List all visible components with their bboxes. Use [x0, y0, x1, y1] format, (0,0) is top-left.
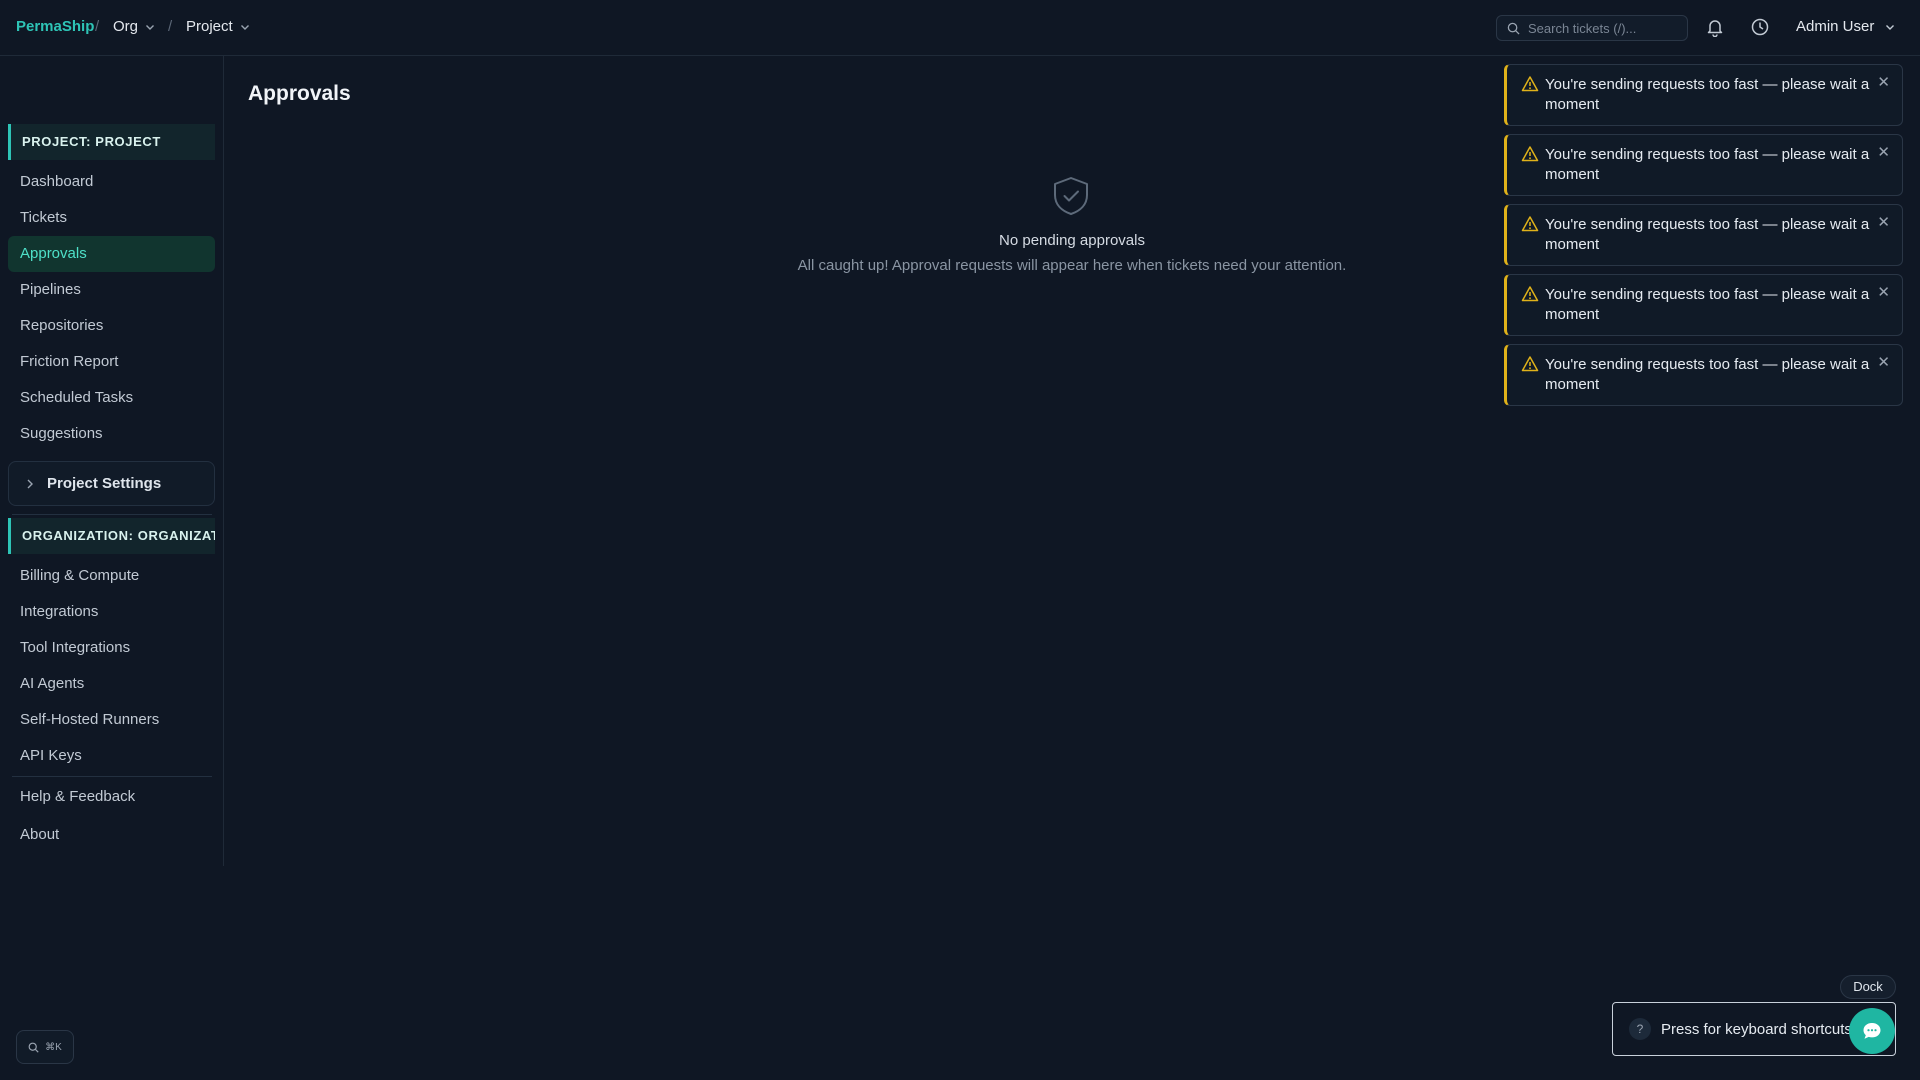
shield-check-icon — [1054, 177, 1088, 215]
sidebar-item-ai-agents[interactable]: AI Agents — [8, 666, 215, 702]
search-box[interactable] — [1496, 15, 1688, 41]
sidebar-item-about[interactable]: About — [8, 817, 215, 853]
warning-icon — [1521, 146, 1539, 162]
toast-notification: You're sending requests too fast — pleas… — [1504, 204, 1903, 266]
close-icon[interactable]: ✕ — [1877, 143, 1890, 161]
sidebar: PROJECT: PROJECT Dashboard Tickets Appro… — [0, 56, 224, 866]
sidebar-divider — [12, 776, 212, 777]
project-settings-label: Project Settings — [47, 475, 162, 492]
clock-icon[interactable] — [1750, 17, 1770, 37]
sidebar-item-api-keys[interactable]: API Keys — [8, 738, 215, 774]
project-label: Project — [186, 18, 233, 35]
page-title: Approvals — [248, 82, 351, 105]
sidebar-item-pipelines[interactable]: Pipelines — [8, 272, 215, 308]
toast-notification: You're sending requests too fast — pleas… — [1504, 344, 1903, 406]
user-menu[interactable]: Admin User — [1796, 18, 1896, 35]
brand-link[interactable]: PermaShip — [16, 18, 94, 35]
chevron-down-icon — [240, 24, 249, 30]
breadcrumb-separator: / — [168, 18, 173, 35]
project-section-header: PROJECT: PROJECT — [8, 124, 215, 160]
sidebar-item-scheduled-tasks[interactable]: Scheduled Tasks — [8, 380, 215, 416]
warning-icon — [1521, 76, 1539, 92]
toast-message: You're sending requests too fast — pleas… — [1545, 216, 1870, 253]
sidebar-item-friction-report[interactable]: Friction Report — [8, 344, 215, 380]
search-icon — [1507, 22, 1520, 35]
close-icon[interactable]: ✕ — [1877, 73, 1890, 91]
chevron-down-icon — [146, 24, 155, 30]
org-switcher[interactable]: Org — [113, 18, 156, 35]
sidebar-item-suggestions[interactable]: Suggestions — [8, 416, 215, 452]
search-icon — [28, 1042, 39, 1053]
warning-icon — [1521, 216, 1539, 232]
bell-icon[interactable] — [1705, 17, 1725, 37]
search-input[interactable] — [1528, 20, 1678, 36]
chat-bubble-icon — [1863, 1023, 1881, 1039]
sidebar-item-tickets[interactable]: Tickets — [8, 200, 215, 236]
chevron-right-icon — [27, 479, 33, 488]
dock-button[interactable]: Dock — [1840, 975, 1896, 999]
warning-icon — [1521, 286, 1539, 302]
sidebar-item-repositories[interactable]: Repositories — [8, 308, 215, 344]
command-palette-shortcut: ⌘K — [45, 1041, 62, 1053]
chevron-down-icon — [1886, 24, 1895, 30]
toast-notification: You're sending requests too fast — pleas… — [1504, 64, 1903, 126]
sidebar-item-tool-integrations[interactable]: Tool Integrations — [8, 630, 215, 666]
toast-message: You're sending requests too fast — pleas… — [1545, 76, 1870, 113]
user-name: Admin User — [1796, 18, 1875, 35]
sidebar-divider — [12, 514, 212, 515]
chat-button[interactable] — [1849, 1008, 1895, 1054]
breadcrumb-separator: / — [95, 18, 100, 35]
toast-message: You're sending requests too fast — pleas… — [1545, 356, 1870, 393]
shortcuts-hint-text: Press for keyboard shortcuts — [1661, 1020, 1852, 1038]
close-icon[interactable]: ✕ — [1877, 283, 1890, 301]
sidebar-item-billing[interactable]: Billing & Compute — [8, 558, 215, 594]
toast-message: You're sending requests too fast — pleas… — [1545, 286, 1870, 323]
top-bar: PermaShip / Org / Project Admin User — [0, 0, 1920, 56]
org-section-header: ORGANIZATION: ORGANIZATION — [8, 518, 215, 554]
sidebar-item-self-hosted-runners[interactable]: Self-Hosted Runners — [8, 702, 215, 738]
toast-notification: You're sending requests too fast — pleas… — [1504, 134, 1903, 196]
sidebar-item-help-feedback[interactable]: Help & Feedback — [8, 779, 215, 815]
sidebar-item-integrations[interactable]: Integrations — [8, 594, 215, 630]
org-label: Org — [113, 18, 139, 35]
close-icon[interactable]: ✕ — [1877, 213, 1890, 231]
toast-notification: You're sending requests too fast — pleas… — [1504, 274, 1903, 336]
close-icon[interactable]: ✕ — [1877, 353, 1890, 371]
project-settings-toggle[interactable]: Project Settings — [8, 461, 215, 506]
warning-icon — [1521, 356, 1539, 372]
shortcut-key: ? — [1629, 1018, 1651, 1040]
toast-message: You're sending requests too fast — pleas… — [1545, 146, 1870, 183]
sidebar-item-dashboard[interactable]: Dashboard — [8, 164, 215, 200]
command-palette-button[interactable]: ⌘K — [16, 1030, 74, 1064]
project-switcher[interactable]: Project — [186, 18, 251, 35]
